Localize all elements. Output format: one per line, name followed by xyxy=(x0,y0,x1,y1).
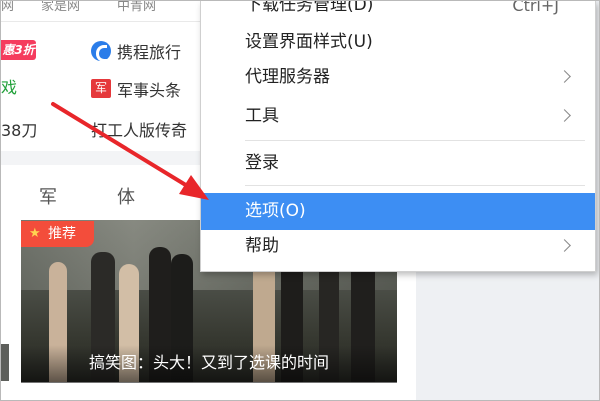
screenshot-frame: 网 家是网 中青网 惠3折 携程旅行 戏 军 军事头条 38刀 打工人版传奇 军… xyxy=(0,0,600,401)
red-arrow-icon xyxy=(51,102,209,200)
